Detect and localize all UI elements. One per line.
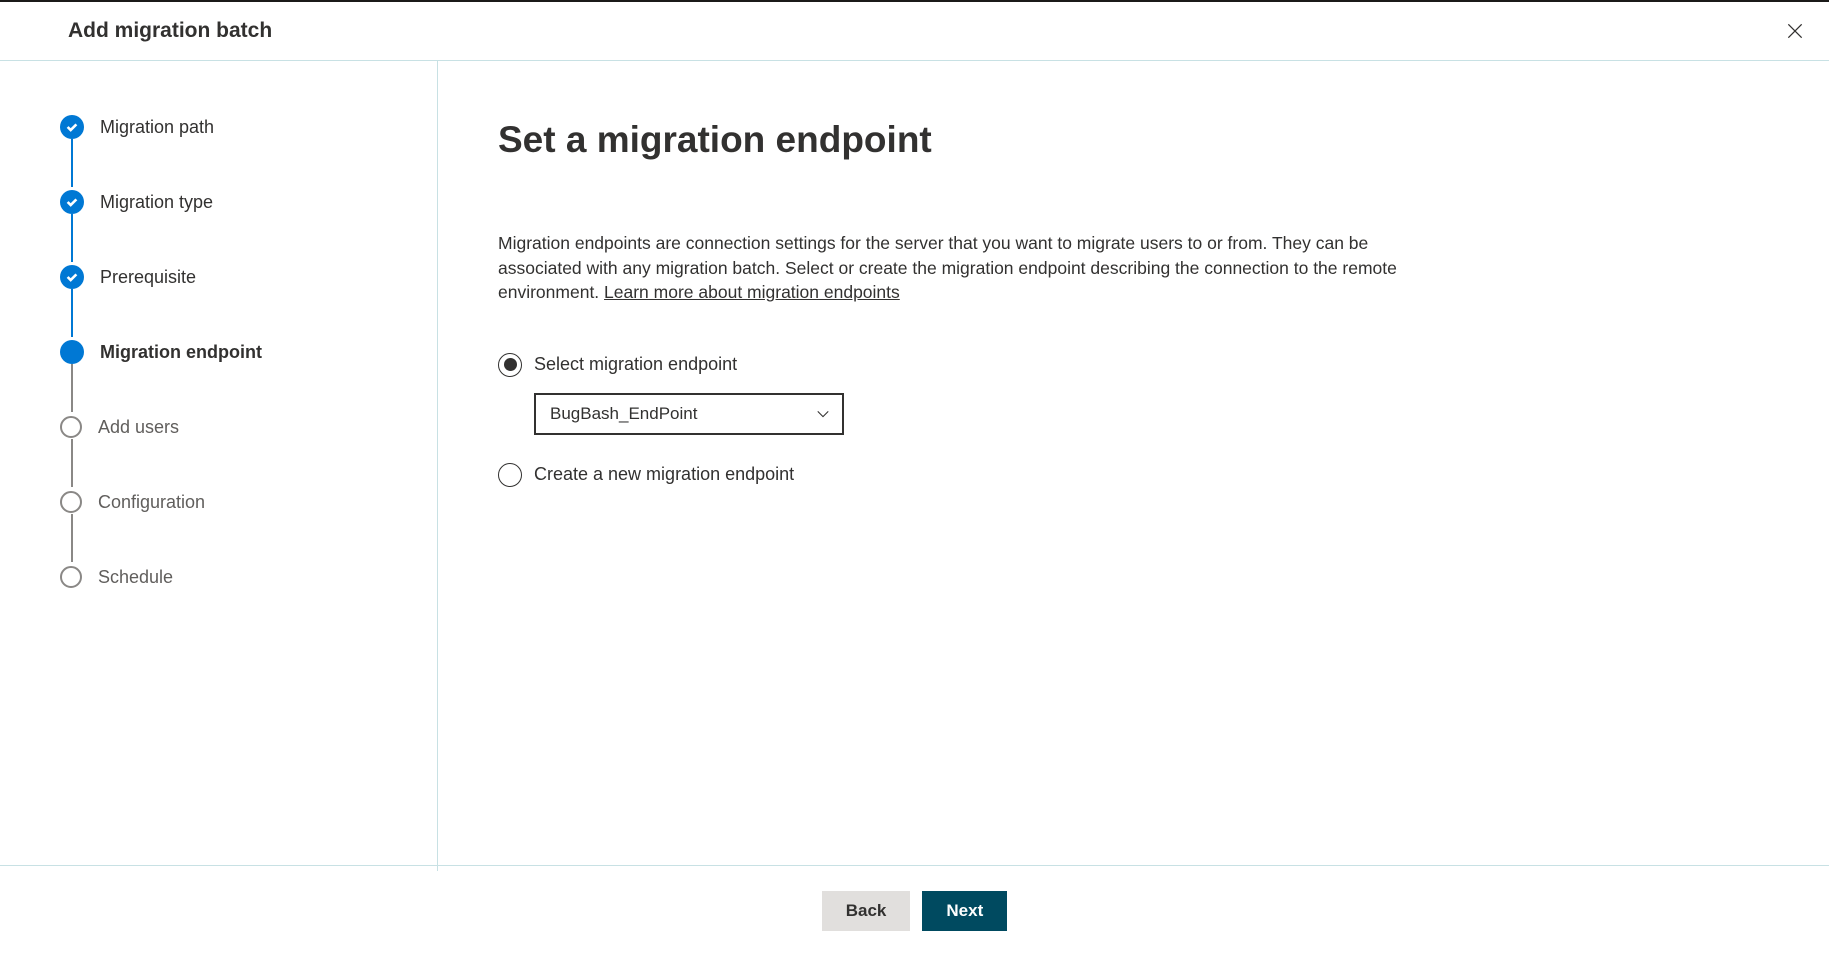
step-migration-type[interactable]: Migration type xyxy=(60,188,407,216)
current-step-icon xyxy=(60,340,84,364)
footer: Back Next xyxy=(0,865,1829,955)
upcoming-step-icon xyxy=(60,416,82,438)
step-migration-path[interactable]: Migration path xyxy=(60,113,407,141)
step-migration-endpoint[interactable]: Migration endpoint xyxy=(60,338,407,366)
step-add-users[interactable]: Add users xyxy=(60,413,407,441)
endpoint-radio-group: Select migration endpoint BugBash_EndPoi… xyxy=(498,353,1759,487)
step-label: Migration type xyxy=(100,192,213,213)
endpoint-select-container: BugBash_EndPoint xyxy=(534,393,1759,435)
content-description: Migration endpoints are connection setti… xyxy=(498,231,1398,305)
content-area: Set a migration endpoint Migration endpo… xyxy=(438,61,1829,871)
step-schedule[interactable]: Schedule xyxy=(60,563,407,591)
chevron-down-icon xyxy=(816,407,830,421)
step-prerequisite[interactable]: Prerequisite xyxy=(60,263,407,291)
radio-input[interactable] xyxy=(498,353,522,377)
checkmark-icon xyxy=(60,115,84,139)
step-label: Schedule xyxy=(98,567,173,588)
checkmark-icon xyxy=(60,190,84,214)
page-title: Add migration batch xyxy=(68,19,272,43)
learn-more-link[interactable]: Learn more about migration endpoints xyxy=(604,282,900,302)
step-configuration[interactable]: Configuration xyxy=(60,488,407,516)
main-container: Migration path Migration type Prerequisi… xyxy=(0,61,1829,871)
step-label: Add users xyxy=(98,417,179,438)
endpoint-select[interactable]: BugBash_EndPoint xyxy=(534,393,844,435)
close-icon xyxy=(1785,21,1805,41)
step-label: Configuration xyxy=(98,492,205,513)
back-button[interactable]: Back xyxy=(822,891,911,931)
radio-label: Select migration endpoint xyxy=(534,354,737,375)
step-list: Migration path Migration type Prerequisi… xyxy=(60,113,407,591)
radio-option-select-endpoint[interactable]: Select migration endpoint xyxy=(498,353,1759,377)
step-label: Migration path xyxy=(100,117,214,138)
select-value: BugBash_EndPoint xyxy=(550,404,697,424)
radio-label: Create a new migration endpoint xyxy=(534,464,794,485)
step-label: Migration endpoint xyxy=(100,342,262,363)
step-label: Prerequisite xyxy=(100,267,196,288)
close-button[interactable] xyxy=(1781,17,1809,45)
header: Add migration batch xyxy=(0,0,1829,61)
radio-input[interactable] xyxy=(498,463,522,487)
upcoming-step-icon xyxy=(60,566,82,588)
radio-option-create-endpoint[interactable]: Create a new migration endpoint xyxy=(498,463,1759,487)
next-button[interactable]: Next xyxy=(922,891,1007,931)
content-title: Set a migration endpoint xyxy=(498,119,1759,161)
wizard-sidebar: Migration path Migration type Prerequisi… xyxy=(0,61,438,871)
checkmark-icon xyxy=(60,265,84,289)
upcoming-step-icon xyxy=(60,491,82,513)
